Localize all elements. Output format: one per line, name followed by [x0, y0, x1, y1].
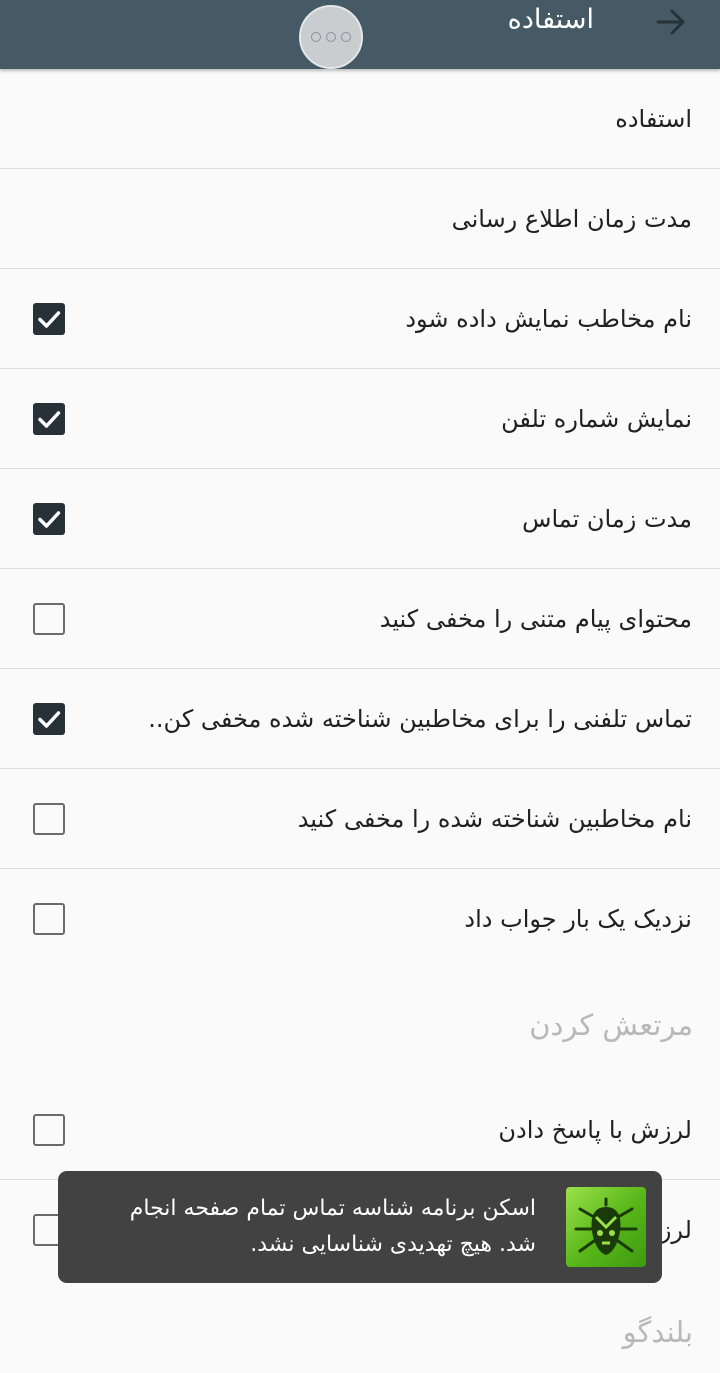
checkbox-hide-calls-known-contacts[interactable]	[33, 702, 65, 735]
setting-row-notification-duration[interactable]: مدت زمان اطلاع رسانی	[0, 169, 720, 269]
toast-message: اسکن برنامه شناسه تماس تمام صفحه انجام ش…	[129, 1196, 536, 1257]
setting-label: تماس تلفنی را برای مخاطبین شناخته شده مخ…	[148, 704, 692, 733]
back-button[interactable]	[654, 5, 688, 39]
setting-label: لرز	[659, 1215, 692, 1244]
dr-web-spider-icon	[566, 1187, 646, 1267]
scan-result-toast: اسکن برنامه شناسه تماس تمام صفحه انجام ش…	[58, 1171, 662, 1283]
setting-row-hide-calls-known-contacts[interactable]: تماس تلفنی را برای مخاطبین شناخته شده مخ…	[0, 669, 720, 769]
checkbox-hide-known-contact-names[interactable]	[33, 802, 65, 835]
setting-row-hide-sms-content[interactable]: محتوای پیام متنی را مخفی کنید	[0, 569, 720, 669]
checkbox-show-contact-name[interactable]	[33, 302, 65, 335]
setting-label: نمایش شماره تلفن	[501, 404, 692, 433]
setting-row-show-phone-number[interactable]: نمایش شماره تلفن	[0, 369, 720, 469]
checkbox-show-phone-number[interactable]	[33, 402, 65, 435]
setting-row-hide-known-contact-names[interactable]: نام مخاطبین شناخته شده را مخفی کنید	[0, 769, 720, 869]
floating-menu-button[interactable]	[299, 5, 363, 69]
check-icon	[33, 703, 65, 735]
section-title-speaker: بلندگو	[622, 1315, 693, 1349]
setting-label: مدت زمان تماس	[522, 504, 692, 533]
check-icon	[33, 403, 65, 435]
setting-label: نام مخاطب نمایش داده شود	[405, 304, 692, 333]
section-header-speaker: بلندگو	[0, 1279, 720, 1373]
section-header-vibrate: مرتعش کردن	[0, 968, 720, 1080]
setting-label: نزدیک یک بار جواب داد	[464, 904, 692, 933]
checkbox-hide-sms-content[interactable]	[33, 602, 65, 635]
setting-row-call-duration[interactable]: مدت زمان تماس	[0, 469, 720, 569]
setting-row-show-contact-name[interactable]: نام مخاطب نمایش داده شود	[0, 269, 720, 369]
checkbox-call-duration[interactable]	[33, 502, 65, 535]
checkbox-close-once-answered[interactable]	[33, 902, 65, 935]
setting-label: استفاده	[615, 104, 692, 133]
setting-row-vibrate-on-answer[interactable]: لرزش با پاسخ دادن	[0, 1080, 720, 1180]
setting-label: محتوای پیام متنی را مخفی کنید	[379, 604, 692, 633]
setting-row-close-once-answered[interactable]: نزدیک یک بار جواب داد	[0, 869, 720, 968]
setting-label: لرزش با پاسخ دادن	[498, 1115, 692, 1144]
setting-label: مدت زمان اطلاع رسانی	[451, 204, 692, 233]
checkbox-vibrate-on-answer[interactable]	[33, 1113, 65, 1146]
setting-row-usage[interactable]: استفاده	[0, 69, 720, 169]
check-icon	[33, 503, 65, 535]
toolbar-title: استفاده	[507, 4, 594, 35]
setting-label: نام مخاطبین شناخته شده را مخفی کنید	[297, 804, 692, 833]
check-icon	[33, 303, 65, 335]
section-title-vibrate: مرتعش کردن	[529, 1008, 693, 1042]
arrow-right-icon	[654, 5, 688, 39]
screen: استفاده استفاده مدت زمان اطلاع رسانی نام…	[0, 0, 720, 1373]
